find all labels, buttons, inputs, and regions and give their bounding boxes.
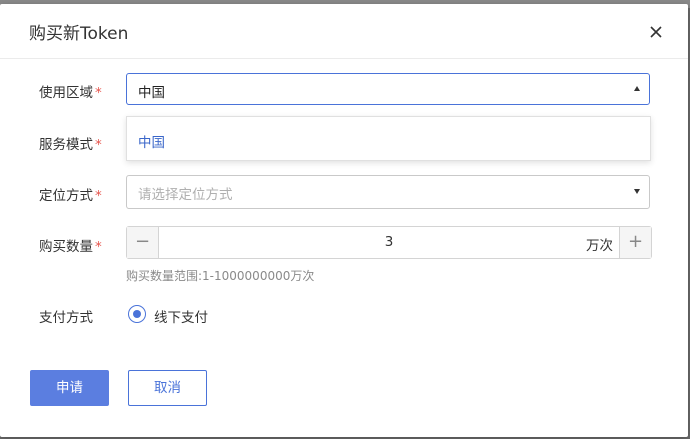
quantity-range-hint: 购买数量范围:1-1000000000万次: [126, 269, 315, 283]
offline-payment-radio[interactable]: [128, 305, 146, 323]
service-mode-label: 服务模式 *: [39, 133, 102, 153]
offline-payment-label[interactable]: 线下支付: [154, 306, 208, 326]
required-mark: *: [95, 137, 102, 153]
caret-up-icon: [634, 86, 640, 91]
quantity-unit: 万次: [586, 238, 613, 254]
region-label-text: 使用区域: [39, 85, 93, 101]
payment-label: 支付方式: [39, 310, 93, 326]
quantity-stepper[interactable]: − 3 万次 +: [126, 226, 652, 259]
positioning-label-text: 定位方式: [39, 188, 93, 204]
positioning-select-placeholder: 请选择定位方式: [138, 187, 233, 203]
decrement-button[interactable]: −: [127, 227, 159, 258]
increment-button[interactable]: +: [619, 227, 651, 258]
cancel-button[interactable]: 取消: [128, 370, 207, 406]
dialog-header: 购买新Token: [0, 4, 688, 59]
required-mark: *: [95, 85, 102, 101]
quantity-label-text: 购买数量: [39, 239, 93, 255]
positioning-label: 定位方式 *: [39, 184, 102, 204]
required-mark: *: [95, 239, 102, 255]
region-select[interactable]: 中国: [126, 73, 650, 105]
close-icon[interactable]: [646, 22, 666, 42]
region-label: 使用区域 *: [39, 81, 102, 101]
caret-down-icon: [634, 189, 640, 194]
service-mode-label-text: 服务模式: [39, 137, 93, 153]
quantity-label: 购买数量 *: [39, 235, 102, 255]
required-mark: *: [95, 188, 102, 204]
positioning-select[interactable]: 请选择定位方式: [126, 175, 650, 209]
region-dropdown-menu: 中国: [126, 116, 651, 161]
region-option-china[interactable]: 中国: [138, 131, 165, 151]
purchase-token-dialog: 购买新Token 使用区域 * 中国 服务模式 * 中国 定位方式 * 请选择定位方式…: [0, 4, 688, 437]
quantity-value[interactable]: 3: [159, 234, 619, 250]
region-select-value: 中国: [138, 85, 165, 101]
dialog-title: 购买新Token: [29, 24, 129, 44]
submit-button[interactable]: 申请: [30, 370, 109, 406]
